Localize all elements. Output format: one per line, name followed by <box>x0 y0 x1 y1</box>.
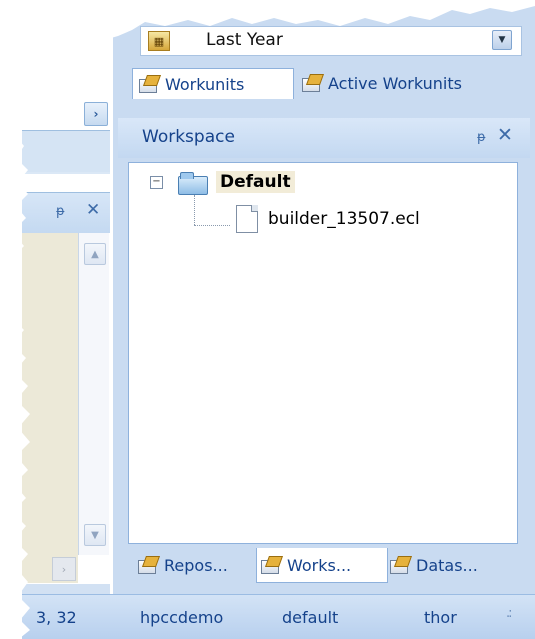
resize-grip-icon[interactable]: .: <box>506 606 512 621</box>
scroll-left-button[interactable]: › <box>52 557 76 581</box>
workunit-tab-icon <box>390 556 410 574</box>
tab-active-workunits[interactable]: Active Workunits <box>296 68 535 98</box>
date-filter-combo[interactable] <box>140 26 522 56</box>
tab-repository[interactable]: Repos... <box>134 548 260 582</box>
left-panel-body <box>22 233 78 583</box>
vertical-scrollbar[interactable] <box>78 233 109 555</box>
scroll-up-button[interactable]: ▲ <box>84 243 106 265</box>
file-icon <box>236 205 258 233</box>
status-server: hpccdemo <box>140 608 224 627</box>
chevron-down-icon[interactable]: ▼ <box>492 30 512 50</box>
status-cluster: thor <box>424 608 457 627</box>
tree-node-file[interactable]: builder_13507.ecl <box>268 209 420 229</box>
workunit-tab-icon <box>138 556 158 574</box>
tree-connector <box>194 195 195 225</box>
tab-datasets[interactable]: Datas... <box>386 548 518 582</box>
tree-node-default[interactable]: Default <box>216 171 295 193</box>
status-bar <box>22 594 535 639</box>
pin-icon[interactable]: ᵽ <box>477 130 486 145</box>
close-icon[interactable]: ✕ <box>86 200 100 220</box>
calendar-icon: ▦ <box>148 31 170 51</box>
tab-workunits[interactable]: Workunits <box>132 68 294 99</box>
tab-label: Datas... <box>416 555 478 575</box>
left-panel-top <box>22 88 110 174</box>
collapse-icon[interactable]: − <box>150 176 163 189</box>
folder-icon <box>178 172 208 195</box>
left-panel-footer <box>22 584 110 594</box>
workunit-tab-icon <box>261 556 281 574</box>
workunit-tab-icon <box>302 74 322 92</box>
tab-label: Active Workunits <box>328 73 462 93</box>
close-icon[interactable]: ✕ <box>497 124 513 146</box>
tab-workspace[interactable]: Works... <box>256 548 388 583</box>
date-filter-value: Last Year <box>206 30 283 50</box>
tab-label: Repos... <box>164 555 228 575</box>
status-position: 3, 32 <box>36 608 77 627</box>
pin-icon[interactable]: ᵽ <box>56 204 65 219</box>
scroll-right-button[interactable]: › <box>84 102 108 126</box>
tree-connector <box>194 225 230 226</box>
workspace-title: Workspace <box>142 127 235 147</box>
tab-label: Works... <box>287 555 352 575</box>
left-panel-band-lower <box>22 131 110 172</box>
status-queue: default <box>282 608 339 627</box>
scroll-down-button[interactable]: ▼ <box>84 524 106 546</box>
tab-label: Workunits <box>165 74 245 94</box>
workunit-tab-icon <box>139 75 159 93</box>
